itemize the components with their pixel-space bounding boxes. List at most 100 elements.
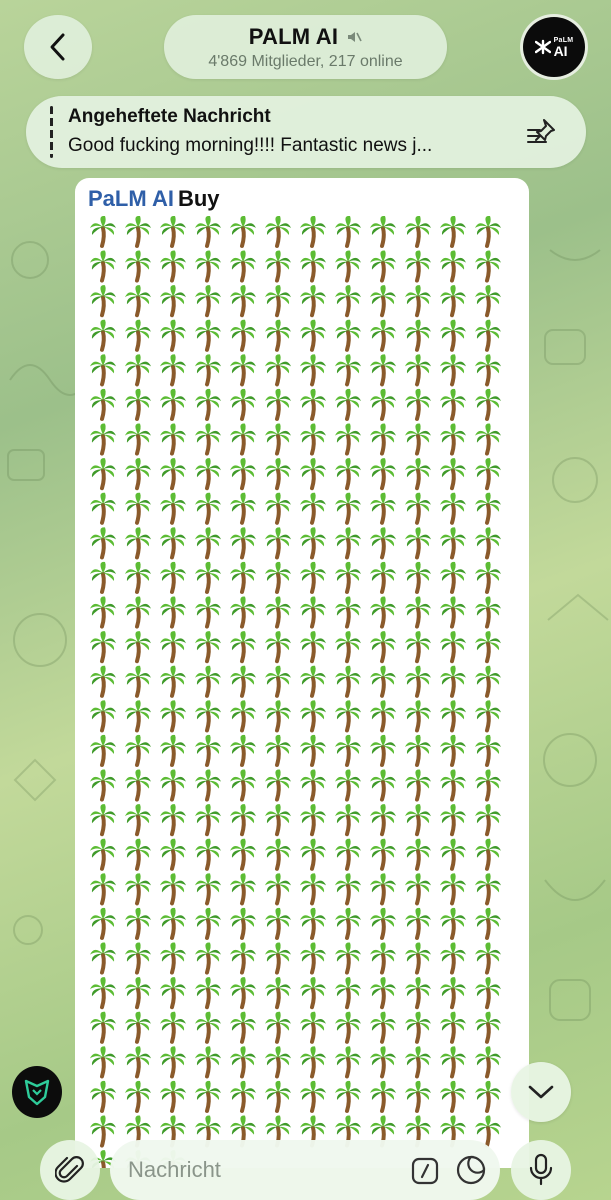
palm-tree-emoji bbox=[230, 838, 256, 871]
palm-tree-emoji bbox=[335, 734, 361, 767]
palm-tree-emoji bbox=[335, 700, 361, 733]
palm-tree-emoji bbox=[475, 1046, 501, 1079]
palm-tree-emoji bbox=[405, 388, 431, 421]
palm-tree-emoji bbox=[335, 458, 361, 491]
palm-tree-emoji bbox=[90, 527, 116, 560]
palm-tree-emoji bbox=[300, 977, 326, 1010]
palm-tree-emoji bbox=[195, 769, 221, 802]
palm-tree-emoji bbox=[230, 319, 256, 352]
palm-tree-emoji bbox=[265, 873, 291, 906]
palm-tree-emoji bbox=[335, 354, 361, 387]
member-count: 4'869 Mitglieder, 217 online bbox=[208, 52, 403, 70]
palm-tree-emoji bbox=[335, 423, 361, 456]
palm-tree-emoji bbox=[160, 977, 186, 1010]
palm-tree-emoji bbox=[300, 1080, 326, 1113]
palm-tree-emoji bbox=[440, 527, 466, 560]
pin-list-icon[interactable] bbox=[526, 116, 560, 148]
microphone-icon bbox=[529, 1153, 553, 1186]
palm-tree-emoji bbox=[160, 354, 186, 387]
palm-tree-emoji bbox=[195, 734, 221, 767]
microphone-button[interactable] bbox=[511, 1140, 571, 1200]
palm-tree-emoji bbox=[265, 1046, 291, 1079]
palm-tree-emoji bbox=[335, 388, 361, 421]
palm-tree-emoji bbox=[370, 285, 396, 318]
palm-tree-emoji bbox=[370, 631, 396, 664]
palm-tree-emoji bbox=[230, 907, 256, 940]
back-button[interactable] bbox=[24, 15, 92, 79]
palm-tree-emoji bbox=[475, 942, 501, 975]
palm-tree-emoji bbox=[370, 700, 396, 733]
palm-tree-emoji bbox=[195, 423, 221, 456]
palm-tree-emoji bbox=[405, 1080, 431, 1113]
palm-tree-emoji bbox=[265, 561, 291, 594]
palm-tree-emoji bbox=[265, 665, 291, 698]
chat-header[interactable]: PALM AI 4'869 Mitglieder, 217 online bbox=[164, 15, 447, 79]
palm-tree-emoji bbox=[265, 838, 291, 871]
palm-tree-emoji bbox=[125, 458, 151, 491]
palm-tree-emoji bbox=[475, 492, 501, 525]
group-avatar[interactable]: PaLM AI bbox=[520, 14, 588, 80]
palm-tree-emoji bbox=[160, 1080, 186, 1113]
palm-tree-emoji bbox=[90, 734, 116, 767]
palm-tree-emoji bbox=[300, 700, 326, 733]
palm-tree-emoji bbox=[265, 942, 291, 975]
palm-tree-emoji bbox=[230, 527, 256, 560]
palm-tree-emoji bbox=[230, 942, 256, 975]
attach-button[interactable] bbox=[40, 1140, 100, 1200]
palm-tree-emoji bbox=[475, 734, 501, 767]
palm-tree-emoji bbox=[230, 665, 256, 698]
palm-tree-emoji bbox=[160, 285, 186, 318]
palm-tree-emoji bbox=[370, 596, 396, 629]
palm-tree-emoji bbox=[405, 734, 431, 767]
palm-tree-emoji bbox=[265, 458, 291, 491]
palm-tree-emoji bbox=[195, 492, 221, 525]
palm-tree-emoji bbox=[405, 423, 431, 456]
palm-tree-emoji bbox=[300, 804, 326, 837]
pinned-message-banner[interactable]: Angeheftete Nachricht Good fucking morni… bbox=[26, 96, 586, 168]
palm-tree-emoji bbox=[440, 250, 466, 283]
message-header: PaLM AI Buy bbox=[88, 186, 220, 212]
message-input[interactable] bbox=[128, 1154, 398, 1186]
palm-tree-emoji bbox=[230, 388, 256, 421]
palm-tree-emoji bbox=[195, 1046, 221, 1079]
palm-tree-emoji bbox=[195, 527, 221, 560]
palm-tree-emoji bbox=[475, 561, 501, 594]
palm-tree-emoji bbox=[125, 492, 151, 525]
palm-tree-emoji bbox=[195, 561, 221, 594]
palm-tree-emoji bbox=[195, 354, 221, 387]
palm-tree-emoji bbox=[300, 285, 326, 318]
palm-tree-emoji bbox=[90, 285, 116, 318]
palm-tree-emoji bbox=[335, 285, 361, 318]
palm-tree-emoji bbox=[475, 596, 501, 629]
palm-tree-emoji bbox=[335, 596, 361, 629]
message-bubble[interactable]: PaLM AI Buy bbox=[75, 178, 529, 1168]
palm-tree-emoji bbox=[265, 804, 291, 837]
palm-tree-emoji bbox=[405, 804, 431, 837]
palm-tree-emoji bbox=[125, 388, 151, 421]
palm-tree-emoji bbox=[405, 596, 431, 629]
palm-tree-emoji bbox=[440, 561, 466, 594]
palm-tree-emoji bbox=[125, 561, 151, 594]
palm-tree-emoji bbox=[405, 527, 431, 560]
sender-name[interactable]: PaLM AI bbox=[88, 186, 174, 211]
palm-tree-emoji bbox=[335, 804, 361, 837]
palm-tree-emoji bbox=[405, 942, 431, 975]
palm-tree-emoji bbox=[195, 458, 221, 491]
palm-tree-emoji bbox=[475, 804, 501, 837]
sticker-icon[interactable] bbox=[455, 1154, 487, 1186]
palm-tree-emoji bbox=[90, 319, 116, 352]
palm-tree-emoji bbox=[300, 250, 326, 283]
palm-tree-emoji bbox=[405, 769, 431, 802]
palm-tree-emoji bbox=[370, 1046, 396, 1079]
palm-tree-emoji bbox=[160, 527, 186, 560]
scroll-to-bottom-button[interactable] bbox=[511, 1062, 571, 1122]
slash-command-icon[interactable] bbox=[410, 1156, 440, 1186]
palm-tree-emoji bbox=[370, 216, 396, 248]
palm-tree-emoji bbox=[90, 942, 116, 975]
palm-tree-emoji bbox=[230, 873, 256, 906]
palm-tree-emoji bbox=[300, 319, 326, 352]
palm-tree-emoji bbox=[335, 492, 361, 525]
palm-tree-emoji bbox=[370, 250, 396, 283]
palm-tree-emoji bbox=[125, 700, 151, 733]
side-logo[interactable] bbox=[12, 1066, 62, 1118]
